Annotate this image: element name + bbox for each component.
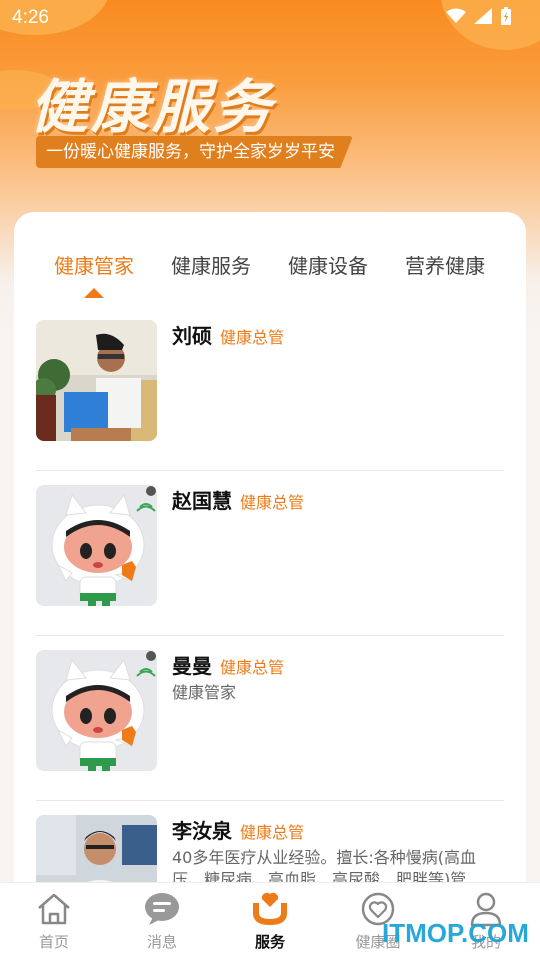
staff-name: 赵国慧 健康总管 — [172, 485, 304, 514]
staff-name: 刘硕 健康总管 — [172, 320, 284, 349]
staff-desc: 健康管家 — [172, 683, 237, 702]
staff-role: 健康总管 — [220, 658, 285, 677]
status-icons — [446, 7, 512, 25]
message-icon — [122, 891, 202, 927]
staff-row[interactable]: 刘硕 健康总管 — [36, 306, 504, 471]
staff-name-text: 李汝泉 — [172, 819, 232, 843]
avatar — [36, 650, 157, 771]
staff-list: 刘硕 健康总管 赵国慧 健康总管 曼曼 健康总管 健康管家 李汝泉 健康总管 4… — [36, 306, 504, 960]
wifi-icon — [446, 8, 466, 23]
tab-bar: 健康管家 健康服务 健康设备 营养健康 — [14, 250, 526, 300]
staff-role: 健康总管 — [240, 493, 305, 512]
staff-role: 健康总管 — [220, 328, 285, 347]
nav-message[interactable]: 消息 — [122, 891, 202, 952]
mascot-icon — [36, 485, 157, 606]
staff-role: 健康总管 — [240, 823, 305, 842]
staff-name-text: 赵国慧 — [172, 489, 232, 513]
tab-health-steward[interactable]: 健康管家 — [54, 250, 134, 279]
battery-icon — [501, 7, 511, 25]
nav-home[interactable]: 首页 — [14, 891, 94, 952]
avatar — [36, 320, 157, 441]
nav-label: 首页 — [38, 933, 69, 951]
status-time: 4:26 — [12, 7, 49, 28]
avatar — [36, 485, 157, 606]
staff-name: 曼曼 健康总管 — [172, 650, 284, 679]
service-icon — [230, 891, 310, 927]
page-title: 健康服务 — [30, 73, 275, 141]
nav-label: 消息 — [146, 933, 177, 951]
active-tab-indicator — [84, 288, 104, 298]
staff-row[interactable]: 赵国慧 健康总管 — [36, 471, 504, 636]
staff-name: 李汝泉 健康总管 — [172, 815, 304, 844]
page-subtitle: 一份暖心健康服务，守护全家岁岁平安 — [36, 136, 353, 168]
staff-name-text: 曼曼 — [172, 654, 212, 678]
nav-service[interactable]: 服务 — [230, 891, 310, 952]
tab-health-service[interactable]: 健康服务 — [171, 250, 251, 279]
staff-name-text: 刘硕 — [172, 324, 212, 348]
content-card: 健康管家 健康服务 健康设备 营养健康 刘硕 健康总管 赵国慧 健康总管 曼曼 … — [14, 212, 526, 960]
tab-health-device[interactable]: 健康设备 — [288, 250, 368, 279]
signal-icon — [474, 8, 492, 24]
mascot-icon — [36, 650, 157, 771]
staff-row[interactable]: 曼曼 健康总管 健康管家 — [36, 636, 504, 801]
watermark-text: ITMOP.COM — [382, 918, 529, 948]
nav-label: 服务 — [254, 933, 285, 951]
home-icon — [14, 891, 94, 927]
tab-nutrition[interactable]: 营养健康 — [405, 250, 485, 279]
status-bar: 4:26 — [0, 0, 540, 36]
